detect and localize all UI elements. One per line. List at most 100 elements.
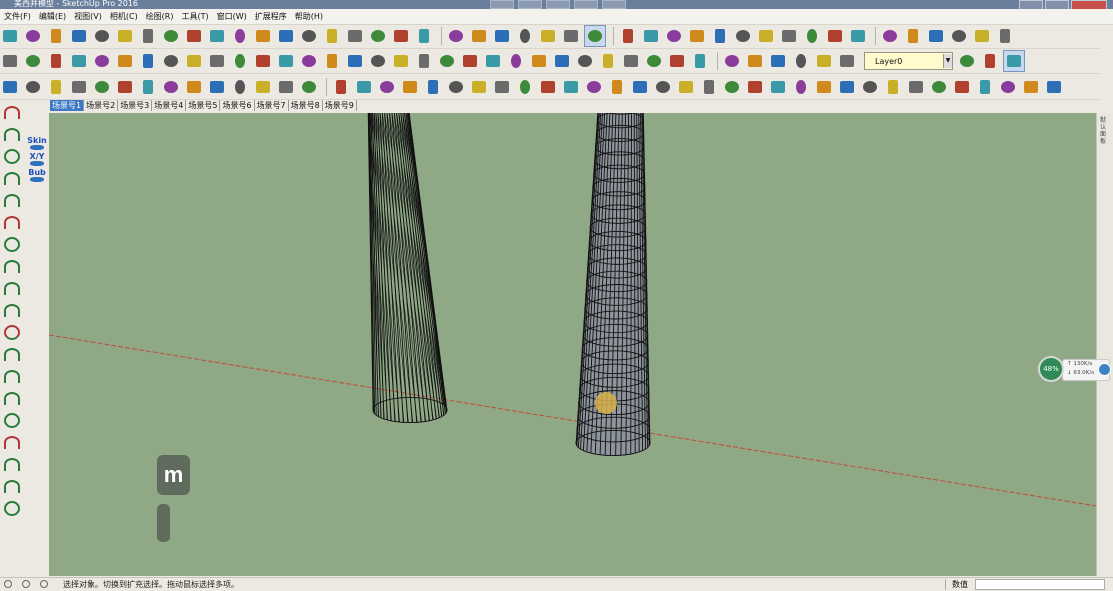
curve-tool-button[interactable] <box>2 476 22 496</box>
tool-button[interactable] <box>46 77 66 97</box>
tool-button[interactable] <box>115 51 135 71</box>
tool-button[interactable] <box>653 77 673 97</box>
tool-button[interactable] <box>230 51 250 71</box>
tool-button[interactable] <box>791 51 811 71</box>
tool-button[interactable] <box>676 77 696 97</box>
tool-button[interactable] <box>184 51 204 71</box>
menu-help[interactable]: 帮助(H) <box>291 11 327 22</box>
tool-button[interactable] <box>929 77 949 97</box>
xy-button[interactable]: X/Y <box>27 152 47 166</box>
tool-button[interactable] <box>23 77 43 97</box>
tool-button[interactable] <box>46 26 66 46</box>
tool-button[interactable] <box>345 51 365 71</box>
tool-button[interactable] <box>207 77 227 97</box>
tool-button[interactable] <box>253 26 273 46</box>
tab-scene-3[interactable]: 场景号3 <box>118 100 153 111</box>
tool-button[interactable] <box>207 26 227 46</box>
skin-button[interactable]: Skin <box>27 136 47 150</box>
layer-select[interactable]: Layer0 ▼ <box>864 52 953 70</box>
curve-tool-button[interactable] <box>2 300 22 320</box>
tool-button[interactable] <box>906 77 926 97</box>
tool-button[interactable] <box>331 77 351 97</box>
curve-tool-button[interactable] <box>2 168 22 188</box>
tool-button[interactable] <box>469 26 489 46</box>
tool-button[interactable] <box>630 77 650 97</box>
tool-button[interactable] <box>161 77 181 97</box>
tool-button[interactable] <box>768 77 788 97</box>
tool-button[interactable] <box>92 51 112 71</box>
tool-button[interactable] <box>69 77 89 97</box>
bub-button[interactable]: Bub <box>27 168 47 182</box>
geo-location-icon[interactable] <box>4 580 12 588</box>
tool-button[interactable] <box>460 51 480 71</box>
tool-button[interactable] <box>860 77 880 97</box>
tool-button[interactable] <box>515 77 535 97</box>
tool-button[interactable] <box>322 51 342 71</box>
tool-button[interactable] <box>138 51 158 71</box>
tool-button[interactable] <box>299 77 319 97</box>
tool-button[interactable] <box>980 51 1000 71</box>
tool-button[interactable] <box>492 26 512 46</box>
curve-tool-button[interactable] <box>2 366 22 386</box>
tool-button[interactable] <box>515 26 535 46</box>
tool-button[interactable] <box>621 51 641 71</box>
tool-button[interactable] <box>584 77 604 97</box>
maximize-button[interactable] <box>1045 0 1069 9</box>
tool-button[interactable] <box>0 51 20 71</box>
menu-window[interactable]: 窗口(W) <box>213 11 251 22</box>
tool-button[interactable] <box>23 26 43 46</box>
menu-tools[interactable]: 工具(T) <box>178 11 213 22</box>
tool-button[interactable] <box>957 51 977 71</box>
tool-button[interactable] <box>722 51 742 71</box>
tool-button[interactable] <box>972 26 992 46</box>
tool-button[interactable] <box>437 51 457 71</box>
curve-tool-button[interactable] <box>2 432 22 452</box>
tool-button[interactable] <box>0 26 20 46</box>
tool-button[interactable] <box>138 26 158 46</box>
tool-button[interactable] <box>664 26 684 46</box>
curve-tool-button[interactable] <box>2 256 22 276</box>
tool-button[interactable] <box>207 51 227 71</box>
tool-button[interactable] <box>883 77 903 97</box>
tool-button[interactable] <box>618 26 638 46</box>
tool-button[interactable] <box>423 77 443 97</box>
tab-scene-7[interactable]: 场景号7 <box>255 100 289 111</box>
3d-viewport[interactable]: m <box>49 113 1096 576</box>
tool-button[interactable] <box>949 26 969 46</box>
tool-button[interactable] <box>230 77 250 97</box>
tool-button[interactable] <box>253 51 273 71</box>
tool-button[interactable] <box>529 51 549 71</box>
tool-button[interactable] <box>975 77 995 97</box>
tool-button[interactable] <box>345 26 365 46</box>
curve-tool-button[interactable] <box>2 212 22 232</box>
curve-tool-button[interactable] <box>2 124 22 144</box>
tool-button[interactable] <box>756 26 776 46</box>
tool-button[interactable] <box>667 51 687 71</box>
tool-button[interactable] <box>538 26 558 46</box>
tool-button[interactable] <box>184 26 204 46</box>
curve-tool-button[interactable] <box>2 278 22 298</box>
tool-button[interactable] <box>791 77 811 97</box>
curve-tool-button[interactable] <box>2 410 22 430</box>
tool-button[interactable] <box>0 77 20 97</box>
tool-button[interactable] <box>837 77 857 97</box>
menu-edit[interactable]: 编辑(E) <box>35 11 70 22</box>
tool-button[interactable] <box>607 77 627 97</box>
tool-button[interactable] <box>446 77 466 97</box>
tool-button[interactable] <box>814 51 834 71</box>
tool-button[interactable] <box>880 26 900 46</box>
tool-button[interactable] <box>733 26 753 46</box>
curve-tool-button[interactable] <box>2 146 22 166</box>
tool-button[interactable] <box>690 51 710 71</box>
chevron-down-icon[interactable]: ▼ <box>943 54 952 68</box>
tool-button[interactable] <box>391 26 411 46</box>
tab-scene-6[interactable]: 场景号6 <box>220 100 255 111</box>
tool-button[interactable] <box>161 51 181 71</box>
tool-button[interactable] <box>802 26 822 46</box>
close-button[interactable] <box>1071 0 1107 9</box>
scene-canvas[interactable] <box>49 113 1096 576</box>
curve-tool-button[interactable] <box>2 388 22 408</box>
tool-button[interactable] <box>184 77 204 97</box>
tool-button[interactable] <box>391 51 411 71</box>
tool-button[interactable] <box>414 51 434 71</box>
